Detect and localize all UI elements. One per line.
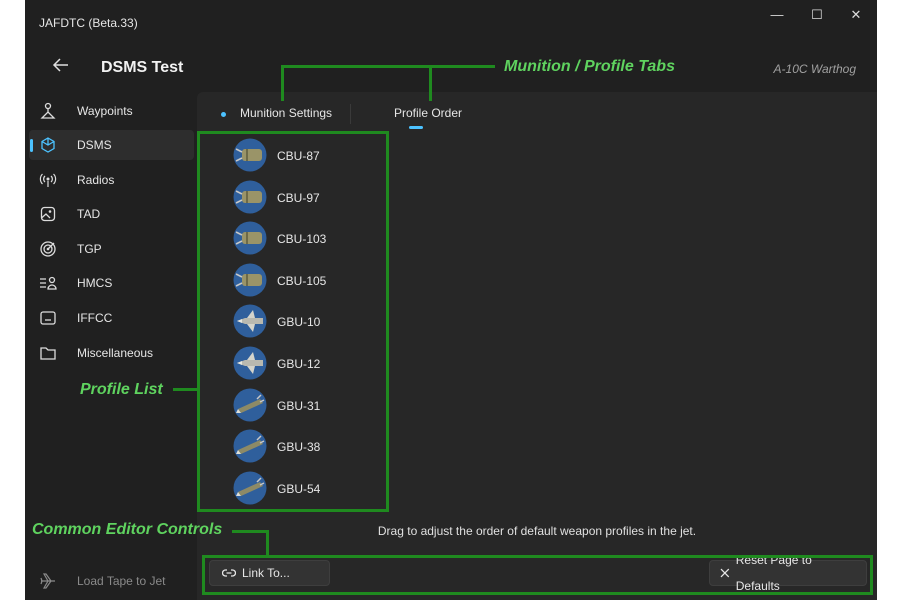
folder-icon: [40, 347, 56, 360]
app-title: JAFDTC (Beta.33): [39, 16, 138, 30]
sidebar-item-label: Radios: [77, 173, 115, 187]
sidebar-item-radios[interactable]: Radios: [29, 165, 194, 195]
sidebar-item-label: TGP: [77, 242, 102, 256]
load-tape-button[interactable]: Load Tape to Jet: [29, 566, 194, 596]
page-title: DSMS Test: [101, 59, 184, 76]
sidebar-item-label: HMCS: [77, 276, 113, 290]
radio-icon: [39, 173, 57, 187]
sidebar-item-label: DSMS: [77, 138, 112, 152]
sidebar-item-waypoints[interactable]: Waypoints: [29, 96, 194, 126]
back-arrow-icon: [52, 58, 68, 72]
minimize-button[interactable]: —: [761, 6, 793, 24]
annotation-leader: [232, 530, 269, 533]
airframe-label: A-10C Warthog: [773, 62, 856, 76]
app-window: JAFDTC (Beta.33) — ☐ ✕ DSMS Test A-10C W…: [25, 0, 877, 600]
sidebar-item-hmcs[interactable]: HMCS: [29, 268, 194, 298]
selection-indicator: [30, 139, 33, 152]
sidebar-item-label: Waypoints: [77, 104, 133, 118]
jet-icon: [40, 573, 55, 589]
editor-controls-highlight: [202, 555, 873, 595]
waypoint-icon: [40, 102, 56, 119]
tad-icon: [40, 206, 56, 222]
profile-list-highlight: [197, 131, 389, 512]
back-button[interactable]: [52, 56, 70, 80]
annotation-leader: [173, 388, 198, 391]
annotation-label-tabs: Munition / Profile Tabs: [504, 58, 675, 75]
annotation-label-list: Profile List: [80, 381, 163, 398]
sidebar-item-label: Miscellaneous: [77, 346, 154, 360]
dsms-icon: [41, 137, 55, 153]
iffcc-icon: [40, 311, 56, 325]
annotation-leader: [429, 65, 432, 101]
sidebar-item-tgp[interactable]: TGP: [29, 234, 194, 264]
sidebar-item-label: TAD: [77, 207, 101, 221]
modified-dot-icon: [221, 112, 226, 117]
hmcs-icon: [40, 276, 57, 290]
sidebar-item-tad[interactable]: TAD: [29, 199, 194, 229]
load-tape-label: Load Tape to Jet: [77, 574, 166, 588]
title-bar: JAFDTC (Beta.33) — ☐ ✕: [25, 0, 877, 44]
sidebar-item-dsms[interactable]: DSMS: [29, 130, 194, 160]
annotation-leader: [281, 65, 284, 101]
tgp-icon: [40, 241, 56, 257]
annotation-leader: [266, 530, 269, 556]
annotation-label-controls: Common Editor Controls: [32, 521, 223, 538]
tab-selected-indicator: [409, 126, 423, 129]
hint-text: Drag to adjust the order of default weap…: [377, 524, 697, 538]
sidebar-item-label: IFFCC: [77, 311, 113, 325]
sidebar-item-iffcc[interactable]: IFFCC: [29, 303, 194, 333]
tab-divider: [350, 104, 351, 124]
close-window-button[interactable]: ✕: [840, 6, 872, 24]
page-header: DSMS Test A-10C Warthog: [25, 44, 877, 92]
maximize-button[interactable]: ☐: [801, 6, 833, 24]
annotation-leader: [281, 65, 495, 68]
tab-munition-settings[interactable]: Munition Settings: [240, 106, 332, 120]
sidebar-item-miscellaneous[interactable]: Miscellaneous: [29, 338, 194, 368]
tab-profile-order[interactable]: Profile Order: [394, 106, 462, 120]
